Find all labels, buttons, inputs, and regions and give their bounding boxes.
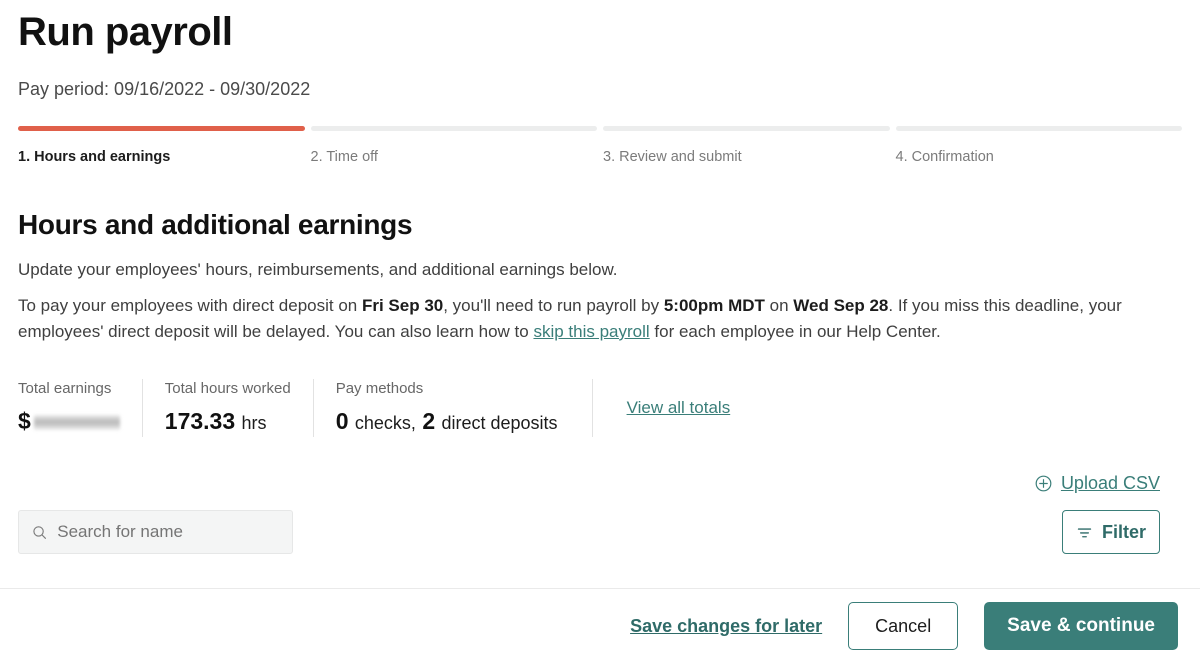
filter-label: Filter <box>1101 521 1146 542</box>
filter-icon <box>1077 527 1092 537</box>
total-earnings-value: $ <box>18 407 120 435</box>
upload-csv-label: Upload CSV <box>1060 473 1160 493</box>
table-tools-row: Filter <box>18 510 1182 554</box>
stepper-track-2 <box>310 126 597 131</box>
plus-circle-icon <box>1035 475 1052 492</box>
redacted-amount <box>33 415 120 431</box>
stepper-labels: 1. Hours and earnings 2. Time off 3. Rev… <box>18 148 1182 166</box>
page-title: Run payroll <box>18 10 233 54</box>
deadline-date-run: Wed Sep 28 <box>793 296 889 315</box>
hours-unit: hrs <box>241 413 267 433</box>
step-time-off[interactable]: 2. Time off <box>311 148 598 166</box>
step-hours-and-earnings[interactable]: 1. Hours and earnings <box>18 148 305 166</box>
currency-symbol: $ <box>18 408 31 434</box>
stepper-track-4 <box>895 126 1182 131</box>
total-hours-cell: Total hours worked 173.33 hrs <box>141 379 313 437</box>
search-icon <box>33 525 47 539</box>
section-title: Hours and additional earnings <box>18 209 413 240</box>
deadline-text-5: for each employee in our Help Center. <box>649 322 941 341</box>
deposits-count: 2 <box>422 408 436 434</box>
checks-count: 0 <box>335 408 349 434</box>
deadline-notice: To pay your employees with direct deposi… <box>18 293 1128 345</box>
pay-methods-label: Pay methods <box>335 380 424 397</box>
step-review-and-submit[interactable]: 3. Review and submit <box>603 148 890 166</box>
total-earnings-label: Total earnings <box>18 380 112 397</box>
cancel-button[interactable]: Cancel <box>848 602 959 650</box>
save-changes-for-later-button[interactable]: Save changes for later <box>630 616 822 637</box>
deposits-unit: direct deposits <box>441 413 558 433</box>
totals-summary: Total earnings $ Total hours worked 173.… <box>18 379 1182 437</box>
run-payroll-page: Run payroll Pay period: 09/16/2022 - 09/… <box>0 0 1200 663</box>
section-subtitle: Update your employees' hours, reimbursem… <box>18 260 618 279</box>
progress-stepper: 1. Hours and earnings 2. Time off 3. Rev… <box>18 126 1182 166</box>
total-hours-value: 173.33 hrs <box>165 407 291 437</box>
search-box[interactable] <box>18 510 293 554</box>
checks-unit: checks, <box>354 413 416 433</box>
stepper-track-3 <box>603 126 890 131</box>
view-all-totals-link[interactable]: View all totals <box>627 398 731 418</box>
pay-methods-cell: Pay methods 0 checks, 2 direct deposits <box>312 379 580 437</box>
filter-button[interactable]: Filter <box>1062 510 1160 554</box>
stepper-tracks <box>18 126 1182 131</box>
stepper-track-1 <box>18 126 305 131</box>
action-footer: Save changes for later Cancel Save & con… <box>0 588 1200 663</box>
page-content: Run payroll Pay period: 09/16/2022 - 09/… <box>0 0 1200 554</box>
deadline-text-1: To pay your employees with direct deposi… <box>18 296 362 315</box>
upload-csv-button[interactable]: Upload CSV <box>1035 473 1160 494</box>
search-input[interactable] <box>57 522 279 542</box>
save-and-continue-button[interactable]: Save & continue <box>984 602 1178 650</box>
deadline-text-2: , you'll need to run payroll by <box>443 296 664 315</box>
total-hours-label: Total hours worked <box>164 380 291 397</box>
pay-period: Pay period: 09/16/2022 - 09/30/2022 <box>18 79 311 99</box>
pay-methods-value: 0 checks, 2 direct deposits <box>336 407 558 437</box>
deadline-time: 5:00pm MDT <box>663 296 765 315</box>
deadline-text-3: on <box>764 296 794 315</box>
skip-this-payroll-link[interactable]: skip this payroll <box>533 322 649 341</box>
step-confirmation[interactable]: 4. Confirmation <box>896 148 1183 166</box>
hours-number: 173.33 <box>164 408 236 434</box>
upload-row: Upload CSV <box>18 473 1182 494</box>
view-all-totals-cell: View all totals <box>591 379 731 437</box>
total-earnings-cell: Total earnings $ <box>18 379 142 437</box>
deadline-date-deposit: Fri Sep 30 <box>361 296 444 315</box>
